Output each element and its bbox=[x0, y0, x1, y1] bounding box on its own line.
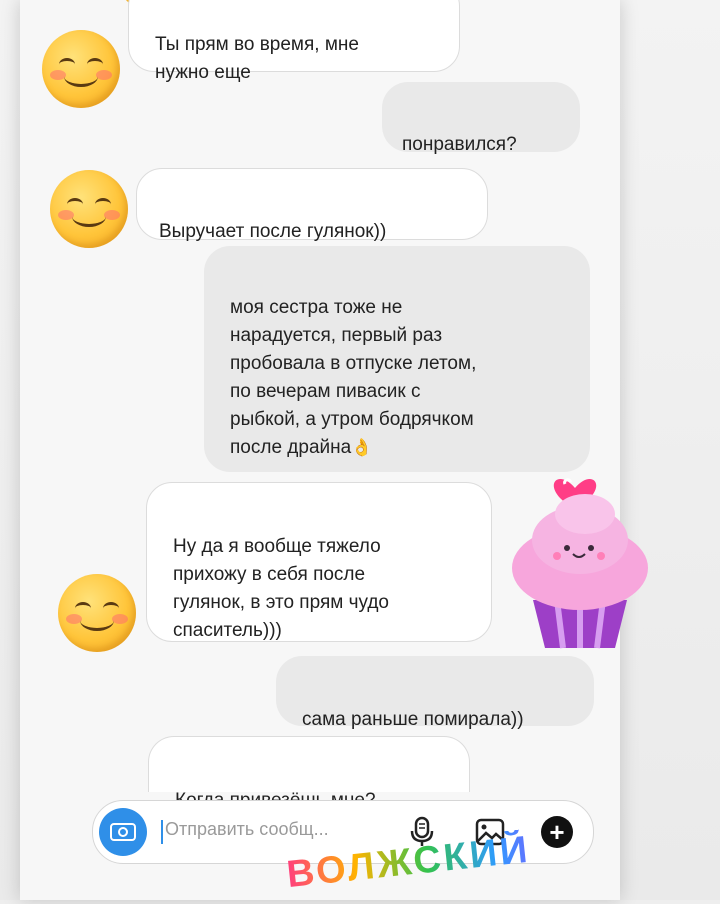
message-incoming[interactable]: Когда привезёшь мне? bbox=[148, 736, 470, 811]
message-text: Ты прям во время, мне нужно еще bbox=[155, 34, 359, 83]
message-incoming[interactable]: Выручает после гулянок)) bbox=[136, 168, 488, 242]
ok-hand-emoji-icon: 👌 bbox=[351, 438, 373, 457]
avatar-smiling-emoji bbox=[50, 170, 128, 248]
camera-icon[interactable] bbox=[99, 808, 147, 856]
screen: Ты прям во время, мне нужно еще понравил… bbox=[0, 0, 720, 900]
message-text: Ну да я вообще тяжело прихожу в себя пос… bbox=[173, 536, 389, 641]
cupcake-sticker bbox=[512, 478, 648, 649]
message-outgoing[interactable]: сама раньше помирала)) bbox=[276, 656, 594, 730]
avatar-smiling-emoji bbox=[42, 30, 120, 108]
message-text: понравился? bbox=[402, 134, 517, 155]
message-text: моя сестра тоже не нарадуется, первый ра… bbox=[230, 297, 477, 458]
message-incoming[interactable]: Ну да я вообще тяжело прихожу в себя пос… bbox=[146, 482, 492, 642]
message-text: Выручает после гулянок)) bbox=[159, 221, 387, 242]
message-text: сама раньше помирала)) bbox=[302, 709, 524, 730]
message-outgoing[interactable]: понравился? bbox=[382, 82, 580, 155]
message-outgoing[interactable]: моя сестра тоже не нарадуется, первый ра… bbox=[204, 246, 590, 472]
text-cursor bbox=[161, 820, 163, 844]
avatar-smiling-emoji bbox=[58, 574, 136, 652]
message-incoming[interactable]: Ты прям во время, мне нужно еще bbox=[128, 0, 460, 83]
message-input-placeholder[interactable]: Отправить сообщ... bbox=[165, 819, 329, 840]
